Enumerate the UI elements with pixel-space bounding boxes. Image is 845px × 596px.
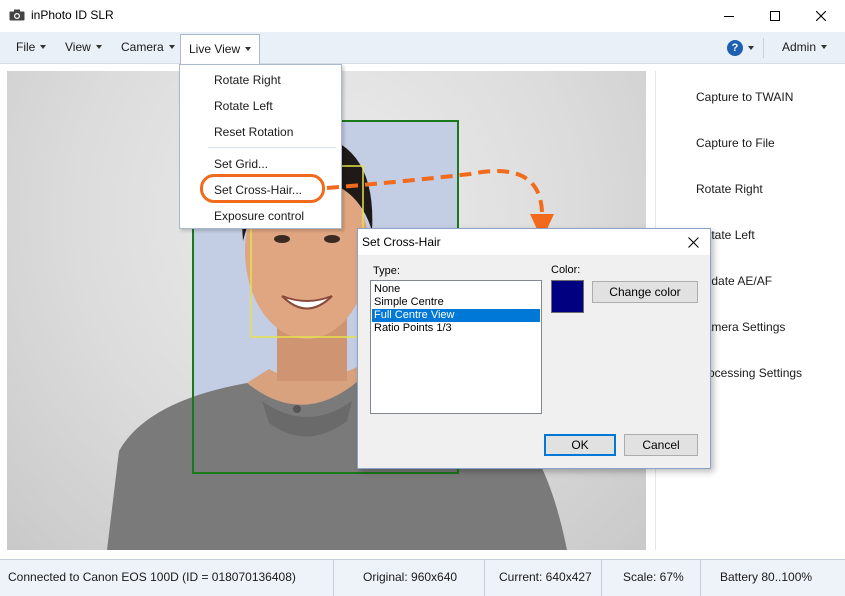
menu-camera-label: Camera [121, 40, 164, 54]
menu-file-label: File [16, 40, 36, 54]
live-view-dropdown: Rotate Right Rotate Left Reset Rotation … [179, 64, 342, 229]
menu-live-view[interactable]: Live View [180, 34, 261, 64]
help-icon: ? [727, 40, 743, 56]
status-bar: Connected to Canon EOS 100D (ID = 018070… [0, 559, 845, 596]
dialog-title-bar: Set Cross-Hair [358, 229, 710, 255]
capture-to-twain-button[interactable]: Capture to TWAIN [696, 90, 793, 104]
menu-separator [208, 147, 336, 148]
menu-admin[interactable]: Admin [774, 32, 835, 64]
status-divider [333, 560, 334, 596]
list-item-simple-centre[interactable]: Simple Centre [372, 296, 540, 309]
status-divider [484, 560, 485, 596]
menu-live-view-label: Live View [189, 42, 241, 56]
menu-bar: File View Camera Live View ? Admin [0, 32, 845, 64]
window-title: inPhoto ID SLR [31, 8, 114, 22]
list-item-full-centre-view[interactable]: Full Centre View [372, 309, 540, 322]
menu-camera[interactable]: Camera [113, 32, 183, 64]
status-divider [700, 560, 701, 596]
color-label: Color: [551, 264, 581, 276]
chevron-down-icon [748, 46, 754, 50]
dialog-title: Set Cross-Hair [362, 235, 441, 249]
menu-item-rotate-left[interactable]: Rotate Left [214, 99, 273, 113]
chevron-down-icon [95, 44, 102, 49]
color-swatch [551, 280, 584, 313]
status-connection: Connected to Canon EOS 100D (ID = 018070… [8, 570, 296, 584]
list-item-ratio-points[interactable]: Ratio Points 1/3 [372, 322, 540, 335]
chevron-down-icon [168, 44, 175, 49]
maximize-icon [770, 11, 780, 21]
status-battery: Battery 80..100% [720, 570, 813, 584]
camera-icon [9, 9, 25, 21]
menu-view-label: View [65, 40, 91, 54]
status-original: Original: 960x640 [363, 570, 458, 584]
right-eye [324, 235, 340, 243]
title-bar: inPhoto ID SLR [0, 0, 845, 32]
status-current: Current: 640x427 [499, 570, 592, 584]
menu-item-exposure-control[interactable]: Exposure control [214, 209, 304, 223]
menu-view[interactable]: View [57, 32, 110, 64]
minimize-button[interactable] [706, 0, 752, 32]
maximize-button[interactable] [752, 0, 798, 32]
menu-item-rotate-right[interactable]: Rotate Right [214, 73, 281, 87]
menu-file[interactable]: File [8, 32, 54, 64]
chevron-down-icon [821, 44, 828, 49]
status-divider [601, 560, 602, 596]
close-button[interactable] [798, 0, 844, 32]
rotate-right-button[interactable]: Rotate Right [696, 182, 763, 196]
ok-button[interactable]: OK [544, 434, 616, 456]
chevron-down-icon [40, 44, 47, 49]
menu-item-set-grid[interactable]: Set Grid... [214, 157, 268, 171]
processing-settings-button[interactable]: Processing Settings [696, 366, 802, 380]
chevron-down-icon [245, 46, 252, 51]
minimize-icon [724, 16, 734, 17]
menu-item-set-cross-hair[interactable]: Set Cross-Hair... [214, 183, 302, 197]
help-button[interactable]: ? [727, 38, 754, 58]
dialog-close-button[interactable] [684, 233, 702, 251]
type-label: Type: [373, 265, 400, 277]
cancel-button[interactable]: Cancel [624, 434, 698, 456]
close-icon [816, 11, 826, 21]
status-scale: Scale: 67% [623, 570, 684, 584]
change-color-button[interactable]: Change color [592, 281, 698, 303]
menu-admin-label: Admin [782, 40, 817, 54]
capture-to-file-button[interactable]: Capture to File [696, 136, 775, 150]
list-item-none[interactable]: None [372, 283, 540, 296]
close-icon [687, 236, 699, 248]
menu-divider [763, 38, 764, 58]
set-cross-hair-dialog: Set Cross-Hair Type: Color: None Simple … [357, 228, 711, 469]
menu-item-reset-rotation[interactable]: Reset Rotation [214, 125, 293, 139]
shirt-button [293, 405, 301, 413]
left-eye [274, 235, 290, 243]
cross-hair-type-list[interactable]: None Simple Centre Full Centre View Rati… [370, 280, 542, 414]
